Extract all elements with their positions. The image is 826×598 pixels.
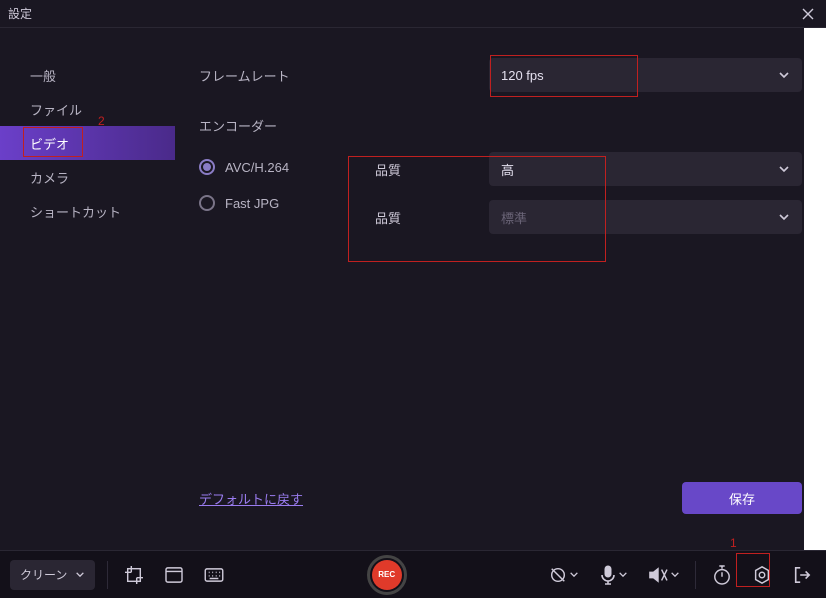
chevron-down-icon bbox=[778, 71, 790, 79]
window-icon[interactable] bbox=[160, 561, 188, 589]
sidebar: 一般 ファイル ビデオ カメラ ショートカット bbox=[0, 28, 175, 526]
timer-icon[interactable] bbox=[708, 561, 736, 589]
chevron-down-icon bbox=[75, 571, 85, 578]
radio-icon bbox=[199, 195, 215, 211]
save-button[interactable]: 保存 bbox=[682, 482, 802, 514]
quality1-label: 品質 bbox=[359, 160, 489, 179]
mic-toggle[interactable] bbox=[595, 561, 633, 589]
encoder-label: エンコーダー bbox=[199, 116, 359, 135]
window-title: 設定 bbox=[8, 5, 798, 22]
framerate-select[interactable]: 120 fps bbox=[489, 58, 802, 92]
record-button[interactable]: REC bbox=[367, 555, 407, 595]
encoder-radio-fastjpg[interactable]: Fast JPG bbox=[199, 195, 359, 211]
settings-icon[interactable] bbox=[748, 561, 776, 589]
keyboard-icon[interactable] bbox=[200, 561, 228, 589]
speaker-toggle[interactable] bbox=[645, 561, 683, 589]
sidebar-item-general[interactable]: 一般 bbox=[0, 58, 175, 92]
sidebar-item-file[interactable]: ファイル bbox=[0, 92, 175, 126]
content-area: フレームレート 120 fps エンコーダー AVC/H.264 Fast JP… bbox=[175, 28, 826, 526]
right-scroll-strip bbox=[804, 28, 826, 550]
radio-icon bbox=[199, 159, 215, 175]
crop-icon[interactable] bbox=[120, 561, 148, 589]
encoder-radio-avc[interactable]: AVC/H.264 bbox=[199, 159, 359, 175]
quality2-select[interactable]: 標準 bbox=[489, 200, 802, 234]
separator bbox=[107, 561, 108, 589]
titlebar: 設定 bbox=[0, 0, 826, 28]
source-select[interactable]: クリーン bbox=[10, 560, 95, 590]
chevron-down-icon bbox=[778, 213, 790, 221]
exit-icon[interactable] bbox=[788, 561, 816, 589]
sidebar-item-shortcut[interactable]: ショートカット bbox=[0, 194, 175, 228]
framerate-label: フレームレート bbox=[199, 66, 359, 85]
record-inner: REC bbox=[372, 560, 402, 590]
webcam-toggle[interactable] bbox=[545, 561, 583, 589]
quality2-label: 品質 bbox=[359, 208, 489, 227]
sidebar-item-camera[interactable]: カメラ bbox=[0, 160, 175, 194]
quality1-select[interactable]: 高 bbox=[489, 152, 802, 186]
bottom-toolbar: クリーン REC bbox=[0, 550, 826, 598]
annotation-number-1: 1 bbox=[730, 536, 737, 550]
separator bbox=[695, 561, 696, 589]
chevron-down-icon bbox=[778, 165, 790, 173]
sidebar-item-video[interactable]: ビデオ bbox=[0, 126, 175, 160]
close-icon[interactable] bbox=[798, 4, 818, 24]
reset-defaults-link[interactable]: デフォルトに戻す bbox=[199, 489, 303, 508]
